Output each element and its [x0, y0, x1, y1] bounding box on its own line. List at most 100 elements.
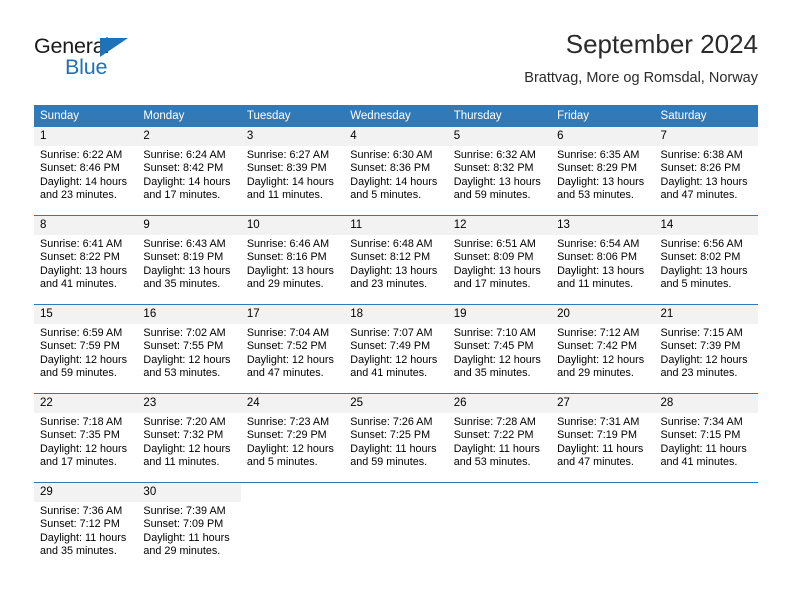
calendar-day-details: Sunrise: 6:51 AM Sunset: 8:09 PM Dayligh… — [453, 238, 541, 290]
calendar-day-content: 13 Sunrise: 6:54 AM Sunset: 8:06 PM Dayli… — [551, 216, 655, 304]
calendar-day-details: Sunrise: 6:48 AM Sunset: 8:12 PM Dayligh… — [350, 238, 438, 290]
calendar-day-details: Sunrise: 7:18 AM Sunset: 7:35 PM Dayligh… — [40, 416, 128, 468]
calendar-header-row: Sunday Monday Tuesday Wednesday Thursday… — [34, 105, 758, 127]
calendar-day-number — [344, 483, 447, 502]
general-blue-logo[interactable]: General Blue — [34, 34, 164, 84]
calendar-day-number: 2 — [137, 127, 241, 146]
calendar-day-cell[interactable]: 29 Sunrise: 7:36 AM Sunset: 7:12 PM Dayli… — [34, 482, 138, 571]
calendar-day-details: Sunrise: 7:02 AM Sunset: 7:55 PM Dayligh… — [143, 327, 231, 379]
calendar-day-number: 4 — [344, 127, 448, 146]
calendar-day-content: 11 Sunrise: 6:48 AM Sunset: 8:12 PM Dayli… — [344, 216, 448, 304]
calendar-day-details: Sunrise: 6:46 AM Sunset: 8:16 PM Dayligh… — [246, 238, 334, 290]
calendar-day-content: 17 Sunrise: 7:04 AM Sunset: 7:52 PM Dayli… — [240, 305, 345, 393]
calendar-day-cell[interactable]: 7 Sunrise: 6:38 AM Sunset: 8:26 PM Daylig… — [654, 127, 758, 216]
calendar-day-content — [241, 483, 344, 571]
calendar-day-cell[interactable]: 17 Sunrise: 7:04 AM Sunset: 7:52 PM Dayli… — [240, 304, 345, 394]
calendar-day-cell[interactable]: 26 Sunrise: 7:28 AM Sunset: 7:22 PM Dayli… — [447, 393, 552, 483]
calendar-day-details: Sunrise: 7:23 AM Sunset: 7:29 PM Dayligh… — [246, 416, 334, 468]
calendar-day-cell[interactable]: 14 Sunrise: 6:56 AM Sunset: 8:02 PM Dayli… — [654, 215, 758, 305]
calendar-day-cell[interactable]: 28 Sunrise: 7:34 AM Sunset: 7:15 PM Dayli… — [654, 393, 758, 483]
calendar-day-cell[interactable]: 13 Sunrise: 6:54 AM Sunset: 8:06 PM Dayli… — [551, 215, 655, 305]
calendar-day-number: 16 — [137, 305, 241, 324]
calendar-body: 1 Sunrise: 6:22 AM Sunset: 8:46 PM Daylig… — [34, 127, 758, 571]
calendar-day-cell[interactable]: 24 Sunrise: 7:23 AM Sunset: 7:29 PM Dayli… — [240, 393, 345, 483]
calendar-day-cell[interactable]: 4 Sunrise: 6:30 AM Sunset: 8:36 PM Daylig… — [344, 127, 448, 216]
calendar-day-cell[interactable]: 23 Sunrise: 7:20 AM Sunset: 7:32 PM Dayli… — [137, 393, 241, 483]
calendar-day-content: 23 Sunrise: 7:20 AM Sunset: 7:32 PM Dayli… — [137, 394, 241, 482]
calendar-day-number: 22 — [34, 394, 138, 413]
calendar-week-row: 1 Sunrise: 6:22 AM Sunset: 8:46 PM Daylig… — [34, 127, 758, 216]
calendar-week-row: 8 Sunrise: 6:41 AM Sunset: 8:22 PM Daylig… — [34, 215, 758, 305]
calendar-day-cell[interactable]: 12 Sunrise: 6:51 AM Sunset: 8:09 PM Dayli… — [447, 215, 552, 305]
calendar-day-details: Sunrise: 7:15 AM Sunset: 7:39 PM Dayligh… — [660, 327, 748, 379]
calendar-day-cell[interactable]: 19 Sunrise: 7:10 AM Sunset: 7:45 PM Dayli… — [447, 304, 552, 394]
calendar-day-content: 12 Sunrise: 6:51 AM Sunset: 8:09 PM Dayli… — [447, 216, 552, 304]
calendar-day-cell[interactable]: 21 Sunrise: 7:15 AM Sunset: 7:39 PM Dayli… — [654, 304, 758, 394]
calendar-day-cell[interactable]: 22 Sunrise: 7:18 AM Sunset: 7:35 PM Dayli… — [34, 393, 138, 483]
calendar-week-row: 22 Sunrise: 7:18 AM Sunset: 7:35 PM Dayli… — [34, 393, 758, 483]
calendar-day-number: 21 — [654, 305, 758, 324]
calendar-day-number: 23 — [137, 394, 241, 413]
calendar-day-details: Sunrise: 7:26 AM Sunset: 7:25 PM Dayligh… — [350, 416, 437, 468]
calendar-day-number: 28 — [654, 394, 758, 413]
page-subtitle: Brattvag, More og Romsdal, Norway — [524, 70, 758, 86]
calendar-day-cell[interactable]: 6 Sunrise: 6:35 AM Sunset: 8:29 PM Daylig… — [551, 127, 655, 216]
calendar-week-row: 29 Sunrise: 7:36 AM Sunset: 7:12 PM Dayli… — [34, 482, 758, 571]
calendar-day-cell — [240, 482, 345, 571]
calendar-day-number: 8 — [34, 216, 138, 235]
calendar-day-cell[interactable]: 5 Sunrise: 6:32 AM Sunset: 8:32 PM Daylig… — [447, 127, 552, 216]
calendar-day-cell[interactable]: 30 Sunrise: 7:39 AM Sunset: 7:09 PM Dayli… — [137, 482, 241, 571]
calendar-day-number: 14 — [654, 216, 758, 235]
calendar-day-cell[interactable]: 27 Sunrise: 7:31 AM Sunset: 7:19 PM Dayli… — [551, 393, 655, 483]
calendar-day-cell[interactable]: 3 Sunrise: 6:27 AM Sunset: 8:39 PM Daylig… — [240, 127, 345, 216]
calendar-day-number: 24 — [240, 394, 345, 413]
calendar-day-number: 27 — [551, 394, 655, 413]
calendar-day-content: 10 Sunrise: 6:46 AM Sunset: 8:16 PM Dayli… — [240, 216, 345, 304]
calendar-week-row: 15 Sunrise: 6:59 AM Sunset: 7:59 PM Dayli… — [34, 304, 758, 394]
calendar-day-details — [344, 502, 447, 505]
calendar-day-cell[interactable]: 8 Sunrise: 6:41 AM Sunset: 8:22 PM Daylig… — [34, 215, 138, 305]
calendar-day-content: 6 Sunrise: 6:35 AM Sunset: 8:29 PM Daylig… — [551, 127, 655, 215]
calendar-day-content: 24 Sunrise: 7:23 AM Sunset: 7:29 PM Dayli… — [240, 394, 345, 482]
calendar-day-details: Sunrise: 6:22 AM Sunset: 8:46 PM Dayligh… — [40, 149, 128, 201]
calendar-day-details — [655, 502, 758, 505]
calendar-day-content: 29 Sunrise: 7:36 AM Sunset: 7:12 PM Dayli… — [34, 483, 138, 571]
calendar-day-cell[interactable]: 15 Sunrise: 6:59 AM Sunset: 7:59 PM Dayli… — [34, 304, 138, 394]
calendar-day-cell[interactable]: 2 Sunrise: 6:24 AM Sunset: 8:42 PM Daylig… — [137, 127, 241, 216]
calendar-day-number: 19 — [447, 305, 552, 324]
calendar-day-cell[interactable]: 9 Sunrise: 6:43 AM Sunset: 8:19 PM Daylig… — [137, 215, 241, 305]
calendar-day-number: 15 — [34, 305, 138, 324]
calendar-day-content: 7 Sunrise: 6:38 AM Sunset: 8:26 PM Daylig… — [654, 127, 758, 215]
calendar-day-details: Sunrise: 7:04 AM Sunset: 7:52 PM Dayligh… — [246, 327, 334, 379]
calendar-day-cell — [447, 482, 552, 571]
calendar-day-content: 26 Sunrise: 7:28 AM Sunset: 7:22 PM Dayli… — [447, 394, 552, 482]
calendar-day-content: 8 Sunrise: 6:41 AM Sunset: 8:22 PM Daylig… — [34, 216, 138, 304]
calendar-day-content — [448, 483, 551, 571]
logo-word-blue: Blue — [65, 55, 108, 79]
calendar-day-content: 16 Sunrise: 7:02 AM Sunset: 7:55 PM Dayli… — [137, 305, 241, 393]
calendar-table: Sunday Monday Tuesday Wednesday Thursday… — [34, 105, 758, 571]
calendar-day-content: 14 Sunrise: 6:56 AM Sunset: 8:02 PM Dayli… — [654, 216, 758, 304]
calendar-day-content — [655, 483, 758, 571]
calendar-day-cell[interactable]: 10 Sunrise: 6:46 AM Sunset: 8:16 PM Dayli… — [240, 215, 345, 305]
calendar-day-number: 6 — [551, 127, 655, 146]
calendar-day-details: Sunrise: 7:36 AM Sunset: 7:12 PM Dayligh… — [40, 505, 127, 557]
calendar-day-content: 18 Sunrise: 7:07 AM Sunset: 7:49 PM Dayli… — [344, 305, 448, 393]
calendar-day-number: 26 — [447, 394, 552, 413]
calendar-day-cell[interactable]: 25 Sunrise: 7:26 AM Sunset: 7:25 PM Dayli… — [344, 393, 448, 483]
calendar-day-cell[interactable]: 11 Sunrise: 6:48 AM Sunset: 8:12 PM Dayli… — [344, 215, 448, 305]
calendar-day-cell[interactable]: 1 Sunrise: 6:22 AM Sunset: 8:46 PM Daylig… — [34, 127, 138, 216]
calendar-day-content: 25 Sunrise: 7:26 AM Sunset: 7:25 PM Dayli… — [344, 394, 448, 482]
calendar-day-details: Sunrise: 6:32 AM Sunset: 8:32 PM Dayligh… — [453, 149, 541, 201]
calendar-day-details: Sunrise: 7:07 AM Sunset: 7:49 PM Dayligh… — [350, 327, 438, 379]
calendar-day-cell[interactable]: 16 Sunrise: 7:02 AM Sunset: 7:55 PM Dayli… — [137, 304, 241, 394]
calendar-day-number — [655, 483, 758, 502]
calendar-day-details: Sunrise: 6:43 AM Sunset: 8:19 PM Dayligh… — [143, 238, 231, 290]
calendar-day-cell[interactable]: 18 Sunrise: 7:07 AM Sunset: 7:49 PM Dayli… — [344, 304, 448, 394]
calendar-day-content — [344, 483, 447, 571]
weekday-header-sunday: Sunday — [34, 105, 138, 127]
calendar-day-cell[interactable]: 20 Sunrise: 7:12 AM Sunset: 7:42 PM Dayli… — [551, 304, 655, 394]
calendar-day-details: Sunrise: 6:56 AM Sunset: 8:02 PM Dayligh… — [660, 238, 748, 290]
page-title: September 2024 — [565, 29, 758, 59]
calendar-day-details: Sunrise: 7:34 AM Sunset: 7:15 PM Dayligh… — [660, 416, 747, 468]
